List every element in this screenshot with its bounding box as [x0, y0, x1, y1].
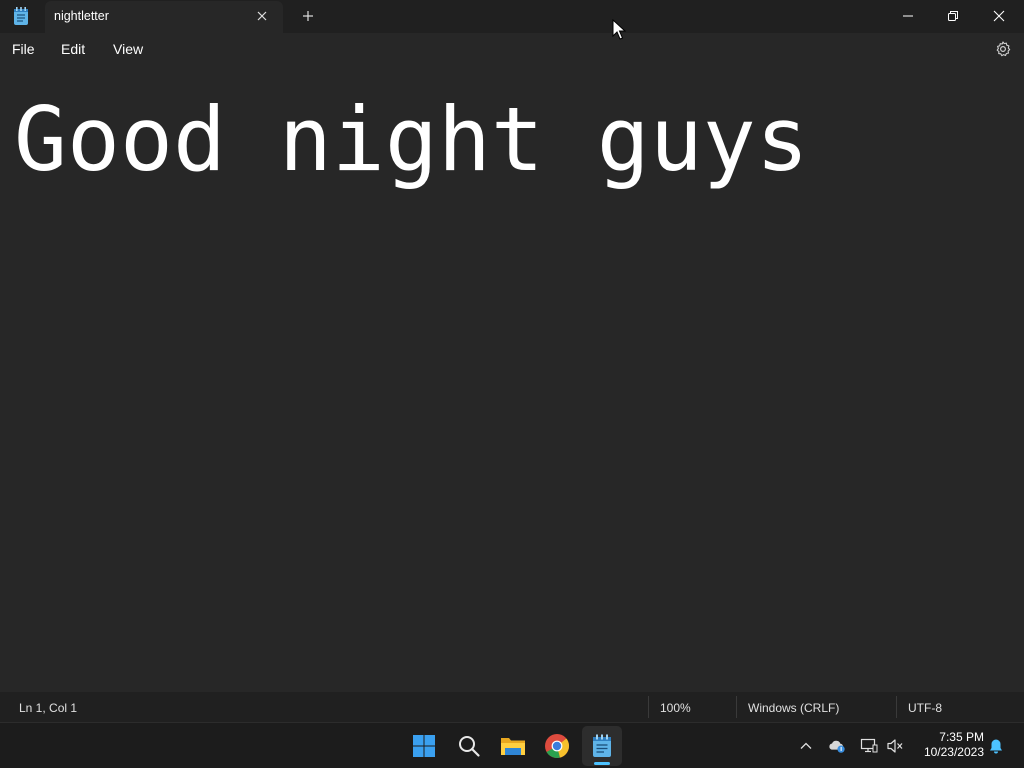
taskbar: 7:35 PM 10/23/2023 — [0, 722, 1024, 768]
file-explorer-button[interactable] — [498, 731, 528, 761]
close-tab-button[interactable] — [255, 9, 269, 23]
onedrive-icon — [829, 740, 845, 753]
notifications-button[interactable] — [987, 737, 1005, 755]
chrome-icon — [545, 734, 570, 758]
menu-view[interactable]: View — [113, 41, 143, 57]
tab-title: nightletter — [54, 9, 109, 23]
start-button[interactable] — [409, 731, 439, 761]
status-bar: Ln 1, Col 1 100% Windows (CRLF) UTF-8 — [0, 692, 1024, 722]
volume-button[interactable] — [886, 737, 904, 755]
title-bar: nightletter — [0, 0, 1024, 33]
text-editor[interactable]: Good night guys — [0, 66, 1024, 692]
notepad-taskbar-button[interactable] — [587, 731, 617, 761]
status-divider — [648, 696, 649, 718]
network-button[interactable] — [860, 737, 878, 755]
status-divider — [896, 696, 897, 718]
new-tab-button[interactable] — [300, 8, 316, 24]
notepad-icon — [12, 7, 30, 26]
active-app-indicator — [594, 762, 610, 765]
close-icon — [993, 10, 1005, 22]
mouse-cursor — [612, 18, 627, 41]
close-icon — [257, 11, 267, 21]
encoding[interactable]: UTF-8 — [908, 701, 942, 715]
bell-icon — [990, 739, 1002, 754]
line-ending[interactable]: Windows (CRLF) — [748, 701, 839, 715]
chrome-button[interactable] — [542, 731, 572, 761]
folder-icon — [501, 738, 525, 755]
minimize-button[interactable] — [885, 0, 931, 32]
clock-time: 7:35 PM — [939, 730, 984, 744]
zoom-level[interactable]: 100% — [660, 701, 691, 715]
search-icon — [459, 736, 480, 757]
search-button[interactable] — [454, 731, 484, 761]
status-divider — [736, 696, 737, 718]
menu-file[interactable]: File — [12, 41, 35, 57]
restore-icon — [948, 11, 958, 21]
chevron-up-icon — [800, 742, 812, 749]
show-hidden-icons-button[interactable] — [797, 737, 815, 755]
menu-bar: File Edit View — [0, 33, 1024, 66]
tab-nightletter[interactable]: nightletter — [45, 1, 283, 33]
close-window-button[interactable] — [976, 0, 1022, 32]
clock-date: 10/23/2023 — [923, 745, 984, 759]
cursor-position: Ln 1, Col 1 — [19, 701, 78, 715]
menu-edit[interactable]: Edit — [61, 41, 85, 57]
editor-content: Good night guys — [14, 88, 809, 191]
network-icon — [860, 738, 878, 753]
pointer-icon — [612, 18, 627, 40]
notepad-icon — [593, 734, 611, 757]
onedrive-button[interactable] — [828, 737, 846, 755]
windows-logo-icon — [413, 735, 435, 757]
minimize-icon — [903, 15, 913, 17]
restore-button[interactable] — [930, 0, 976, 32]
gear-icon — [996, 41, 1011, 57]
plus-icon — [303, 11, 313, 21]
speaker-muted-icon — [887, 739, 903, 753]
settings-button[interactable] — [994, 40, 1012, 58]
clock[interactable]: 7:35 PM 10/23/2023 — [912, 730, 984, 760]
